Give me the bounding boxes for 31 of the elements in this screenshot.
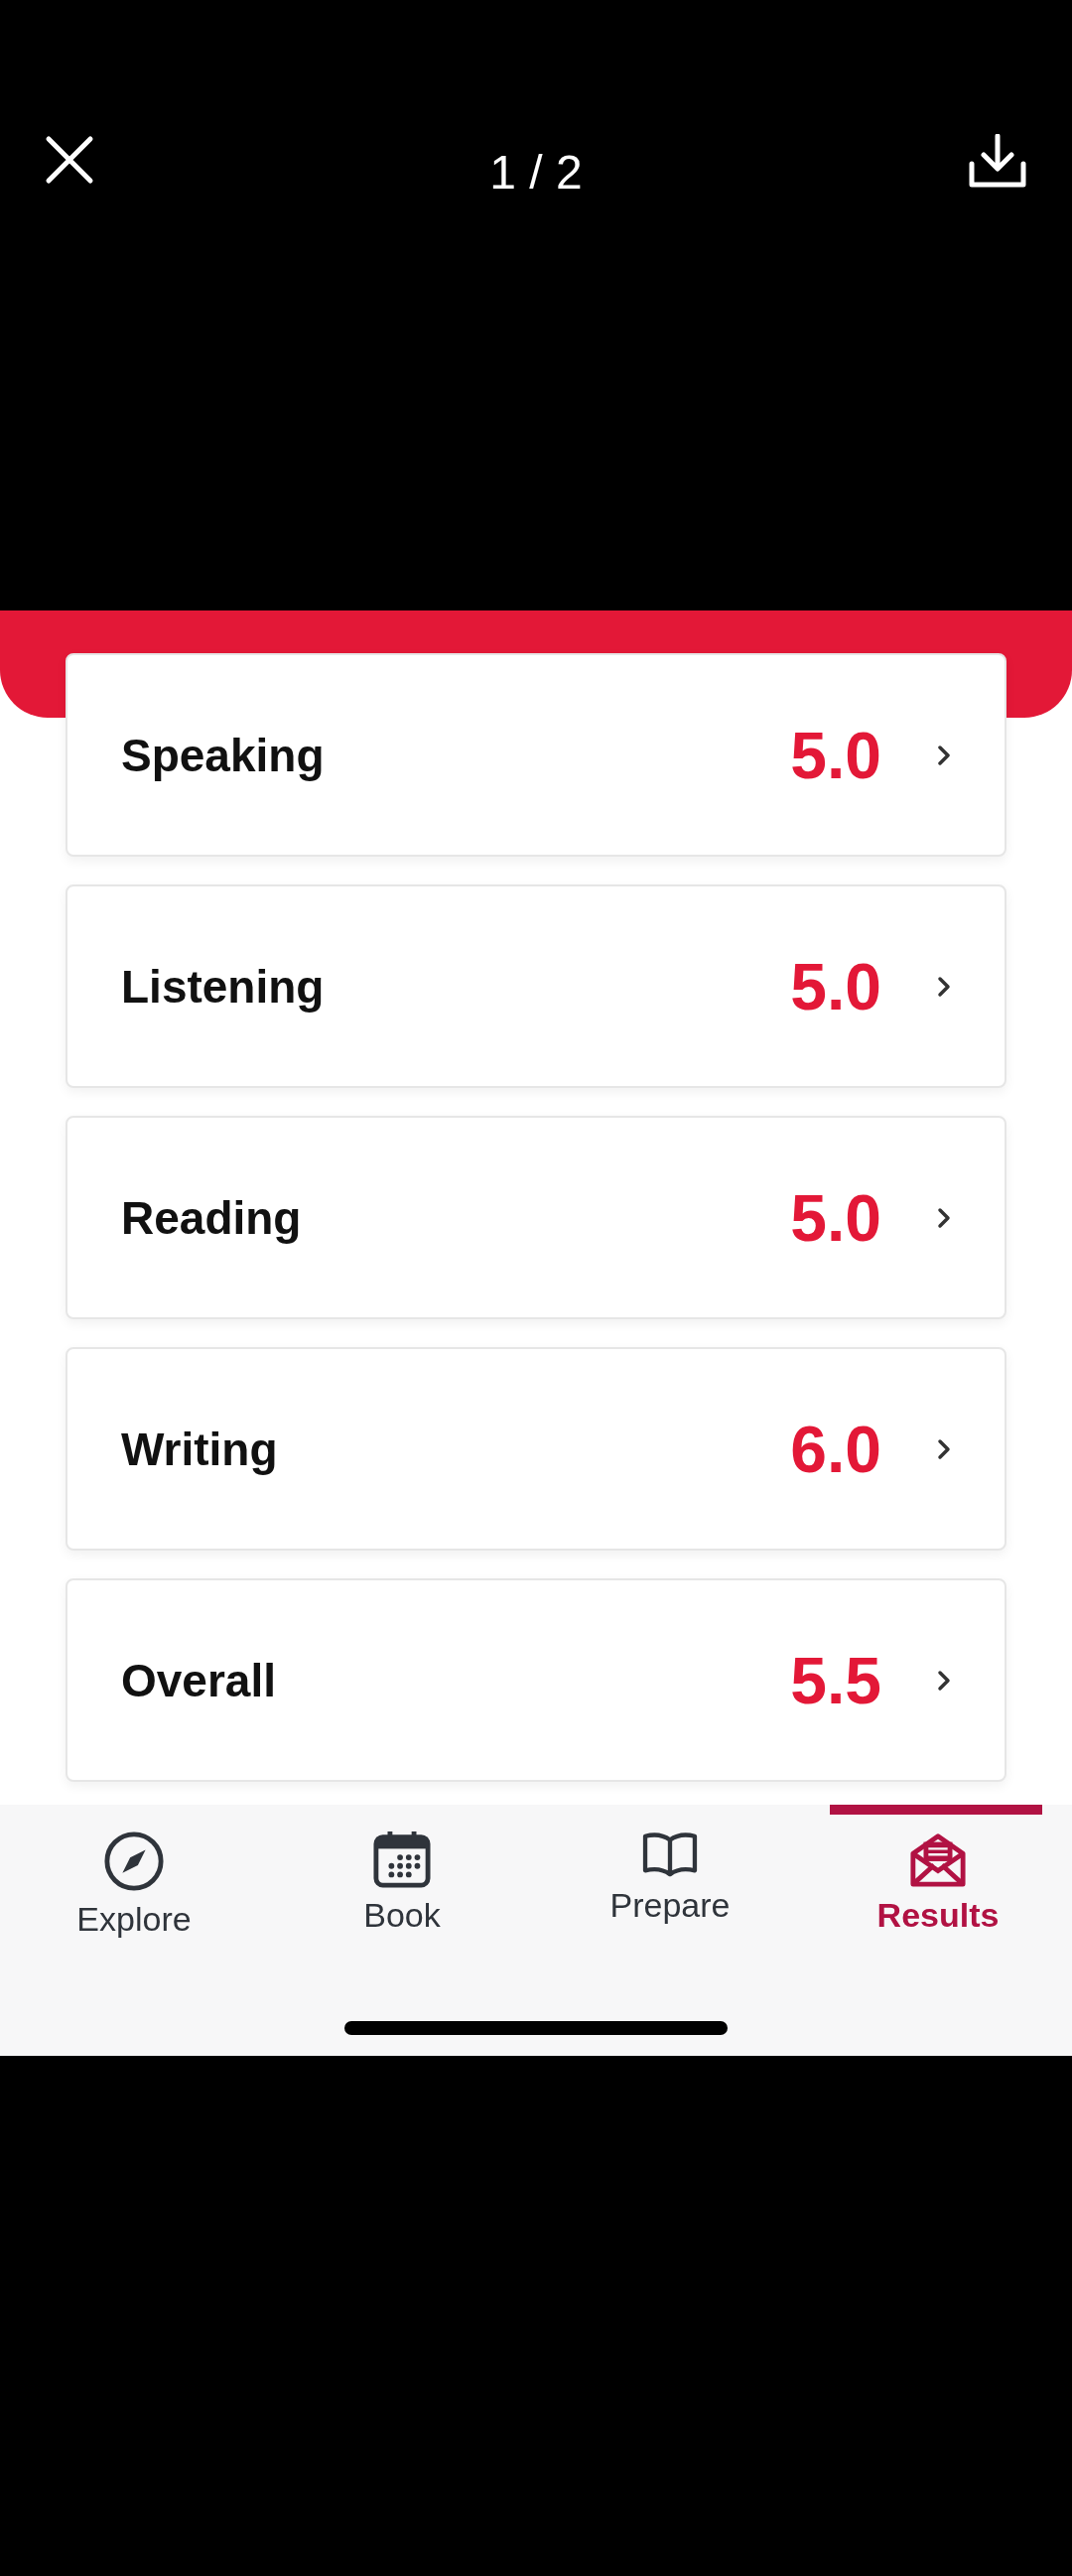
chevron-icon <box>937 1206 951 1229</box>
tab[interactable]: Prepare <box>536 1805 804 1964</box>
chevron-icon <box>937 1669 951 1692</box>
download-icon[interactable] <box>969 134 1026 188</box>
book-icon <box>641 1830 699 1878</box>
score-card[interactable]: Writing 6.0 <box>66 1347 1006 1551</box>
page-counter: 1 / 2 <box>488 145 584 200</box>
envelope-icon <box>909 1830 967 1888</box>
chevron-icon <box>937 975 951 998</box>
score-card[interactable]: Overall 5.5 <box>66 1578 1006 1782</box>
skill-label: Listening <box>121 959 326 1014</box>
score-value: 5.0 <box>790 717 881 793</box>
close-icon[interactable] <box>45 135 94 185</box>
calendar-icon <box>373 1830 431 1888</box>
compass-icon <box>103 1830 165 1892</box>
tab[interactable]: Results <box>804 1805 1072 1964</box>
chevron-icon <box>937 1437 951 1460</box>
score-value: 5.5 <box>790 1642 881 1718</box>
tab[interactable]: Book <box>268 1805 536 1964</box>
tab[interactable]: Explore <box>0 1805 268 1964</box>
chevron-icon <box>937 744 951 766</box>
skill-label: Writing <box>121 1422 279 1476</box>
skill-label: Speaking <box>121 728 326 782</box>
score-value: 5.0 <box>790 1179 881 1256</box>
score-card[interactable]: Listening 5.0 <box>66 884 1006 1088</box>
skill-label: Overall <box>121 1653 277 1707</box>
skill-label: Reading <box>121 1190 303 1245</box>
score-card[interactable]: Speaking 5.0 <box>66 653 1006 857</box>
score-value: 5.0 <box>790 948 881 1024</box>
score-value: 6.0 <box>790 1411 881 1487</box>
score-card[interactable]: Reading 5.0 <box>66 1116 1006 1319</box>
